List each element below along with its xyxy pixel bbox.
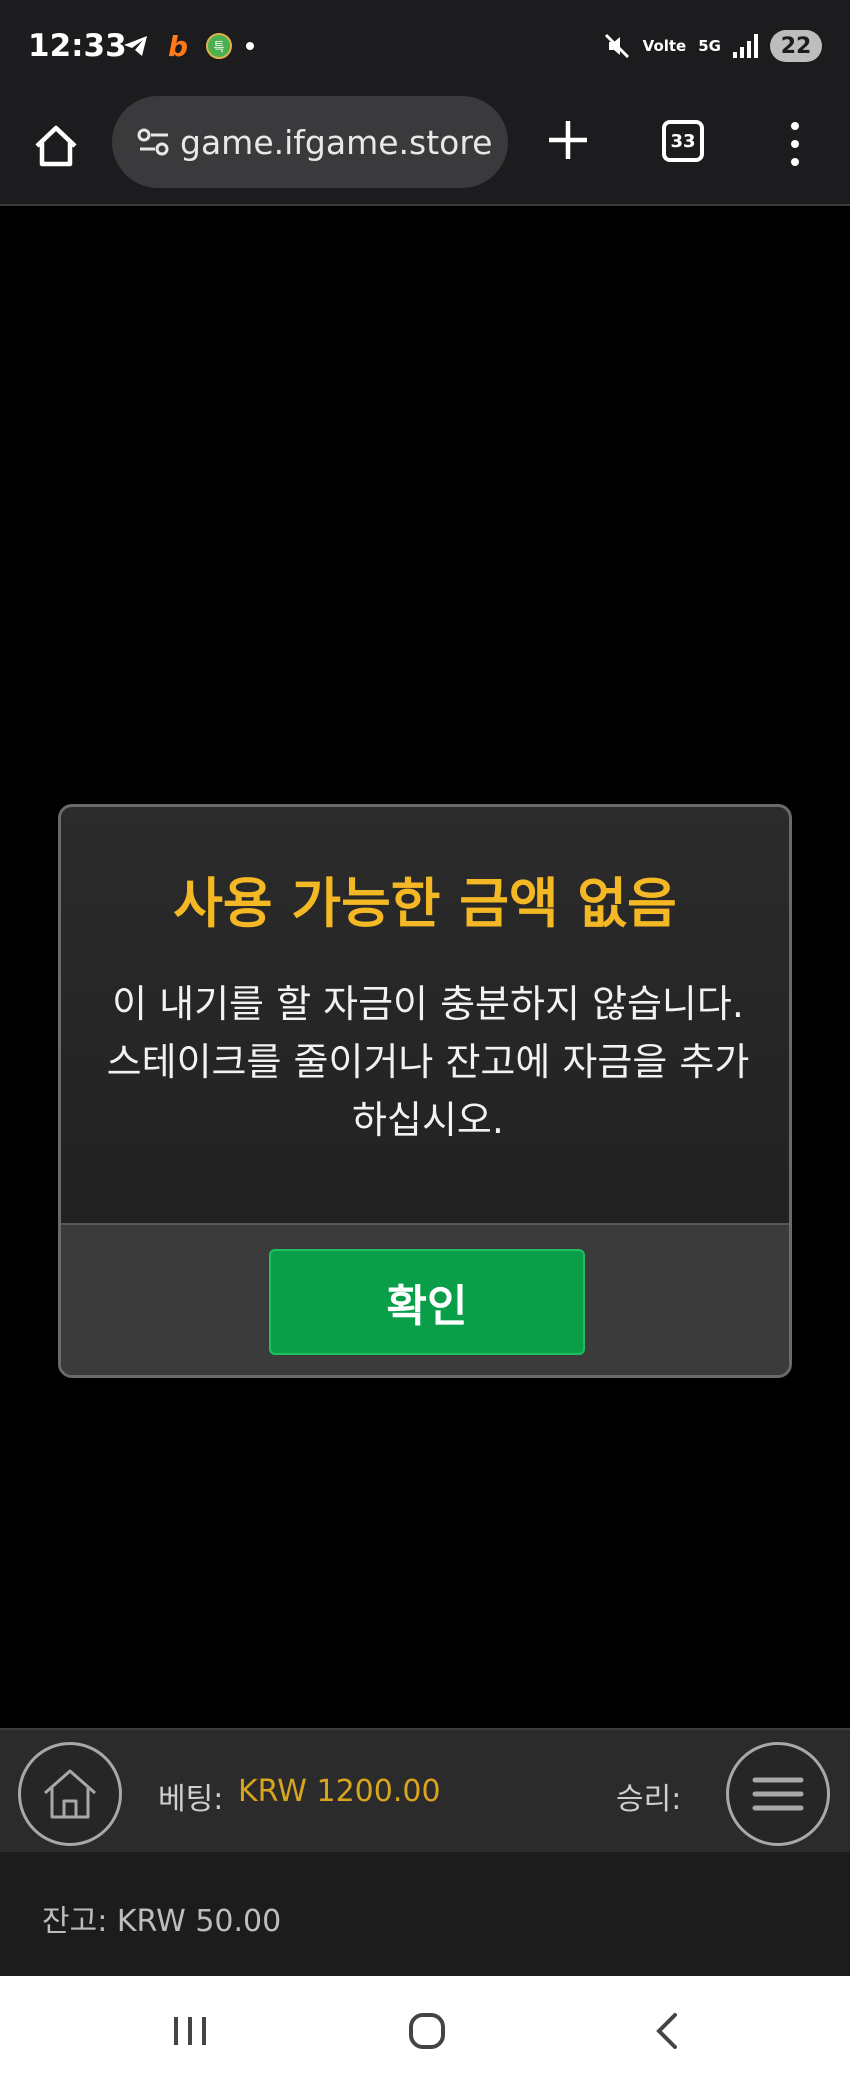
browser-home-button[interactable]: [28, 118, 84, 174]
url-text[interactable]: game.ifgame.store: [180, 123, 492, 162]
home-icon: [44, 1769, 96, 1819]
win-label: 승리:: [616, 1782, 682, 1817]
game-menu-button[interactable]: [726, 1742, 830, 1846]
status-time: 12:33: [28, 28, 127, 64]
mute-icon: [603, 32, 631, 60]
battery-indicator: 22: [770, 30, 822, 62]
b-app-icon: b: [167, 29, 189, 63]
site-settings-icon[interactable]: [134, 122, 174, 162]
home-nav-button[interactable]: [397, 2006, 457, 2056]
app-badge-icon: 특: [206, 33, 232, 59]
home-circle-icon: [409, 2013, 445, 2049]
game-control-bar: 베팅: KRW 1200.00 승리:: [0, 1728, 850, 1852]
signal-icon: [733, 34, 758, 58]
dialog-content: 사용 가능한 금액 없음 이 내기를 할 자금이 충분하지 않습니다. 스테이크…: [61, 807, 789, 1223]
system-navigation-bar: [0, 1976, 850, 2086]
game-home-button[interactable]: [18, 1742, 122, 1846]
bet-amount[interactable]: KRW 1200.00: [238, 1774, 441, 1809]
more-notifications-dot-icon: [246, 42, 254, 50]
home-icon: [35, 125, 77, 167]
plus-icon: [549, 121, 587, 159]
status-bar: 12:33 b 특 Volte 5G 22: [0, 0, 850, 96]
dialog-message: 이 내기를 할 자금이 충분하지 않습니다. 스테이크를 줄이거나 잔고에 자금…: [106, 982, 750, 1142]
bet-label: 베팅:: [158, 1782, 224, 1817]
dialog-title: 사용 가능한 금액 없음: [173, 872, 677, 935]
confirm-button[interactable]: 확인: [269, 1249, 585, 1355]
hamburger-icon: [752, 1777, 804, 1811]
insufficient-funds-dialog: 사용 가능한 금액 없음 이 내기를 할 자금이 충분하지 않습니다. 스테이크…: [58, 804, 792, 1378]
balance-bar: 잔고: KRW 50.00: [0, 1852, 850, 1976]
browser-toolbar: game.ifgame.store 33: [0, 96, 850, 206]
screen: 12:33 b 특 Volte 5G 22 game.ifgame.store …: [0, 0, 850, 2086]
dialog-footer: 확인: [61, 1223, 789, 1375]
notification-icons: b 특: [122, 29, 254, 63]
volte-label: Volte: [642, 37, 687, 55]
telegram-icon: [122, 32, 150, 60]
balance-text: 잔고: KRW 50.00: [42, 1904, 282, 1939]
recents-icon: [174, 2017, 206, 2045]
network-type-label: 5G: [698, 37, 721, 55]
recent-apps-button[interactable]: [160, 2006, 220, 2056]
back-button[interactable]: [636, 2006, 696, 2056]
browser-menu-button[interactable]: [780, 114, 810, 174]
tab-switcher-button[interactable]: 33: [662, 120, 704, 162]
new-tab-button[interactable]: [540, 112, 596, 168]
back-icon: [656, 2013, 677, 2049]
address-bar[interactable]: game.ifgame.store: [112, 96, 508, 188]
system-icons: Volte 5G 22: [603, 30, 822, 62]
